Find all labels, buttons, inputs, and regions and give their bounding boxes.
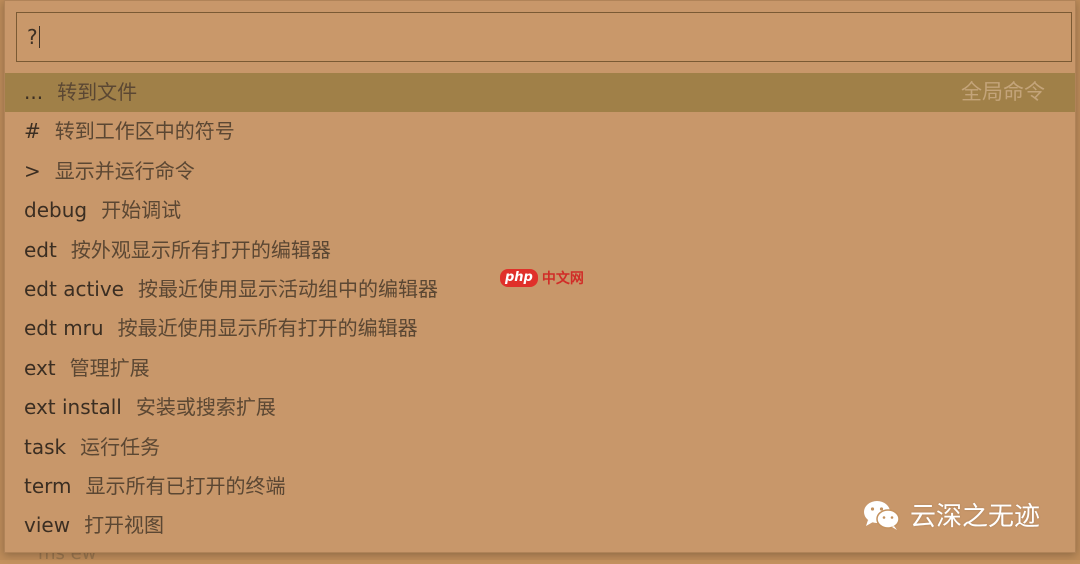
wechat-account-name: 云深之无迹 — [910, 502, 1041, 532]
list-item[interactable]: edt mru 按最近使用显示所有打开的编辑器 — [5, 309, 1075, 348]
item-description: 开始调试 — [101, 198, 182, 223]
quick-open-list: ... 转到文件 全局命令 # 转到工作区中的符号 > 显示并运行命令 debug 开始… — [5, 73, 1075, 546]
item-prefix: task — [24, 434, 67, 459]
item-description: 运行任务 — [80, 434, 161, 459]
list-item[interactable]: task 运行任务 — [5, 428, 1075, 467]
item-description: 按外观显示所有打开的编辑器 — [70, 237, 331, 262]
item-description: 管理扩展 — [69, 355, 150, 380]
item-prefix: > — [24, 158, 41, 183]
item-prefix: ext install — [24, 395, 122, 420]
item-description: 安装或搜索扩展 — [135, 395, 276, 420]
item-prefix: edt — [24, 237, 57, 262]
item-description: 按最近使用显示所有打开的编辑器 — [117, 316, 418, 341]
item-prefix: # — [24, 119, 41, 144]
php-watermark: php 中文网 — [500, 268, 584, 288]
list-item[interactable]: # 转到工作区中的符号 — [5, 112, 1075, 151]
item-description: 转到工作区中的符号 — [54, 119, 235, 144]
item-prefix: view — [24, 513, 71, 538]
item-description: 显示并运行命令 — [54, 158, 195, 183]
quick-open-input[interactable]: ? — [16, 12, 1072, 62]
item-prefix: edt mru — [24, 316, 104, 341]
list-item[interactable]: ext install 安装或搜索扩展 — [5, 388, 1075, 427]
item-hint: 全局命令 — [961, 80, 1045, 104]
wechat-icon — [862, 499, 902, 531]
text-caret — [38, 26, 40, 48]
item-description: 显示所有已打开的终端 — [85, 473, 286, 498]
list-item[interactable]: edt 按外观显示所有打开的编辑器 — [5, 231, 1075, 270]
item-prefix: ext — [24, 355, 56, 380]
item-prefix: debug — [24, 198, 88, 223]
list-item[interactable]: > 显示并运行命令 — [5, 152, 1075, 191]
list-item[interactable]: ext 管理扩展 — [5, 349, 1075, 388]
php-watermark-text: 中文网 — [541, 271, 584, 287]
list-item[interactable]: ... 转到文件 全局命令 — [5, 73, 1075, 113]
item-description: 转到文件 — [57, 80, 138, 104]
item-prefix: term — [24, 473, 72, 498]
item-prefix: ... — [24, 80, 44, 104]
wechat-watermark: 云深之无迹 — [862, 496, 1040, 533]
quick-open-input-value[interactable]: ? — [27, 25, 40, 49]
list-item[interactable]: debug 开始调试 — [5, 191, 1075, 230]
item-description: 按最近使用显示活动组中的编辑器 — [138, 276, 438, 301]
item-prefix: edt active — [24, 276, 124, 301]
item-description: 打开视图 — [84, 513, 165, 538]
php-logo: php — [500, 269, 538, 287]
